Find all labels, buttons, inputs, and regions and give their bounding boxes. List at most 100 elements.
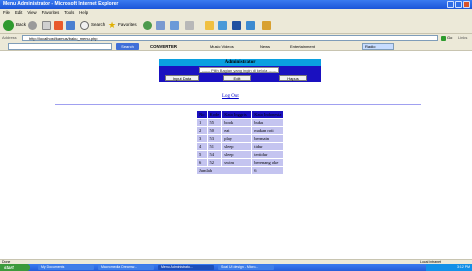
input-data-button[interactable]: Input Data	[165, 75, 199, 81]
refresh-button[interactable]	[54, 19, 63, 31]
cell-kode: 50	[207, 127, 223, 135]
cell-indonesian: makan roti	[252, 127, 285, 135]
system-tray: 3:12 PM	[426, 264, 472, 271]
cell-kode: 51	[207, 143, 223, 151]
cell-english: eat	[222, 127, 253, 135]
title-bar: Menu Administrator - Microsoft Internet …	[0, 0, 472, 9]
history-button[interactable]	[156, 19, 165, 31]
task-soal-ui-design[interactable]: Soal UI design - Micro...	[218, 265, 274, 270]
converter-logo[interactable]: CONVERTER	[150, 43, 177, 50]
header-kata-inggris: Kata Inggris	[222, 111, 253, 119]
refresh-icon	[54, 20, 63, 30]
cell-no: 3	[197, 135, 208, 143]
links-label[interactable]: Links	[458, 34, 467, 42]
taskbar: start My Documents Macromedia Dreamw... …	[0, 264, 472, 271]
cell-kode: 53	[207, 135, 223, 143]
table-header-row: No Kode Kata Inggris Kata Indonesia	[197, 111, 285, 119]
edit-button[interactable]: Edit	[223, 75, 251, 81]
grid-icon	[232, 20, 241, 30]
folder-button[interactable]	[205, 19, 214, 31]
task-menu-administrator[interactable]: Menu Administrato...	[158, 265, 214, 270]
go-button[interactable]: Go	[441, 35, 455, 41]
close-button[interactable]	[463, 1, 470, 8]
table-footer-row: Jumlah 6	[197, 167, 285, 175]
search-toolbar: Search CONVERTER Music Videos News Enter…	[0, 42, 472, 51]
menu-help[interactable]: Help	[79, 9, 88, 16]
table-row: 6 52 swim berenang oke	[197, 159, 285, 167]
cell-english: book	[222, 119, 253, 127]
task-my-documents[interactable]: My Documents	[38, 265, 94, 270]
forward-button[interactable]	[28, 19, 37, 31]
stop-icon	[42, 20, 51, 30]
go-arrow-icon	[441, 35, 446, 41]
messenger-button[interactable]	[218, 19, 227, 31]
print-button[interactable]	[185, 19, 194, 31]
cell-english: sleep	[222, 151, 253, 159]
maximize-button[interactable]	[455, 1, 462, 8]
tool-button-c[interactable]	[262, 19, 271, 31]
cell-english: swim	[222, 159, 253, 167]
address-input[interactable]: http://localhost/kamus/baku_menu.php	[22, 35, 438, 41]
history-icon	[156, 20, 165, 30]
back-arrow-icon	[3, 19, 14, 31]
table-row: 2 50 eat makan roti	[197, 127, 285, 135]
divider	[55, 104, 421, 105]
address-bar: Address http://localhost/kamus/baku_menu…	[0, 34, 472, 42]
home-icon	[66, 20, 75, 30]
clock: 3:12 PM	[456, 265, 470, 269]
menu-file[interactable]: File	[3, 9, 10, 16]
home-button[interactable]	[66, 19, 75, 31]
menu-edit[interactable]: Edit	[15, 9, 22, 16]
favorites-button[interactable]: ★ Favorites	[108, 19, 137, 31]
page-title: Administrator	[159, 59, 321, 66]
media-button[interactable]	[143, 19, 152, 31]
task-dreamweaver[interactable]: Macromedia Dreamw...	[98, 265, 154, 270]
cell-indonesian: buku	[252, 119, 285, 127]
link-news[interactable]: News	[260, 42, 270, 51]
search-input[interactable]	[8, 43, 112, 50]
tool-button-a[interactable]	[232, 19, 241, 31]
word-table: No Kode Kata Inggris Kata Indonesia 1 55…	[197, 111, 285, 175]
logout-link[interactable]: Log Out	[222, 94, 239, 99]
cell-no: 2	[197, 127, 208, 135]
search-button[interactable]: Search	[80, 19, 105, 31]
browser-window: Menu Administrator - Microsoft Internet …	[0, 0, 472, 271]
media-icon	[143, 20, 152, 30]
link-entertainment[interactable]: Entertainment	[290, 42, 315, 51]
table-row: 1 55 book buku	[197, 119, 285, 127]
stop-button[interactable]	[42, 19, 51, 31]
cell-indonesian: berenang oke	[252, 159, 285, 167]
table-row: 4 51 sleep tidur	[197, 143, 285, 151]
cell-english: play	[222, 135, 253, 143]
cell-no: 6	[197, 159, 208, 167]
cell-no: 1	[197, 119, 208, 127]
select-row: ------ Pilih Bagian yang ingin di kelola…	[159, 66, 321, 74]
folder-icon	[205, 20, 214, 30]
delete-button[interactable]: Hapus	[279, 75, 307, 81]
radio-dropdown[interactable]: Radio	[362, 43, 394, 50]
window-title: Menu Administrator - Microsoft Internet …	[3, 1, 119, 7]
mail-button[interactable]	[170, 19, 179, 31]
link-music-videos[interactable]: Music Videos	[210, 42, 234, 51]
section-select[interactable]: ------ Pilih Bagian yang ingin di kelola…	[199, 67, 279, 73]
table-row: 5 54 sleep tertidur	[197, 151, 285, 159]
menu-bar: File Edit View Favorites Tools Help	[0, 9, 472, 16]
back-button[interactable]: Back	[3, 19, 26, 31]
tool-button-b[interactable]	[246, 19, 255, 31]
cell-no: 5	[197, 151, 208, 159]
search-toolbar-button[interactable]: Search	[116, 43, 139, 50]
messenger-icon	[218, 20, 227, 30]
menu-view[interactable]: View	[27, 9, 36, 16]
cell-kode: 55	[207, 119, 223, 127]
cell-english: sleep	[222, 143, 253, 151]
print-icon	[185, 20, 194, 30]
header-kode: Kode	[207, 111, 223, 119]
cell-indonesian: tidur	[252, 143, 285, 151]
forward-arrow-icon	[28, 20, 37, 30]
cell-indonesian: bermain	[252, 135, 285, 143]
table-row: 3 53 play bermain	[197, 135, 285, 143]
start-button[interactable]: start	[0, 264, 30, 271]
minimize-button[interactable]	[447, 1, 454, 8]
menu-favorites[interactable]: Favorites	[42, 9, 60, 16]
menu-tools[interactable]: Tools	[64, 9, 74, 16]
